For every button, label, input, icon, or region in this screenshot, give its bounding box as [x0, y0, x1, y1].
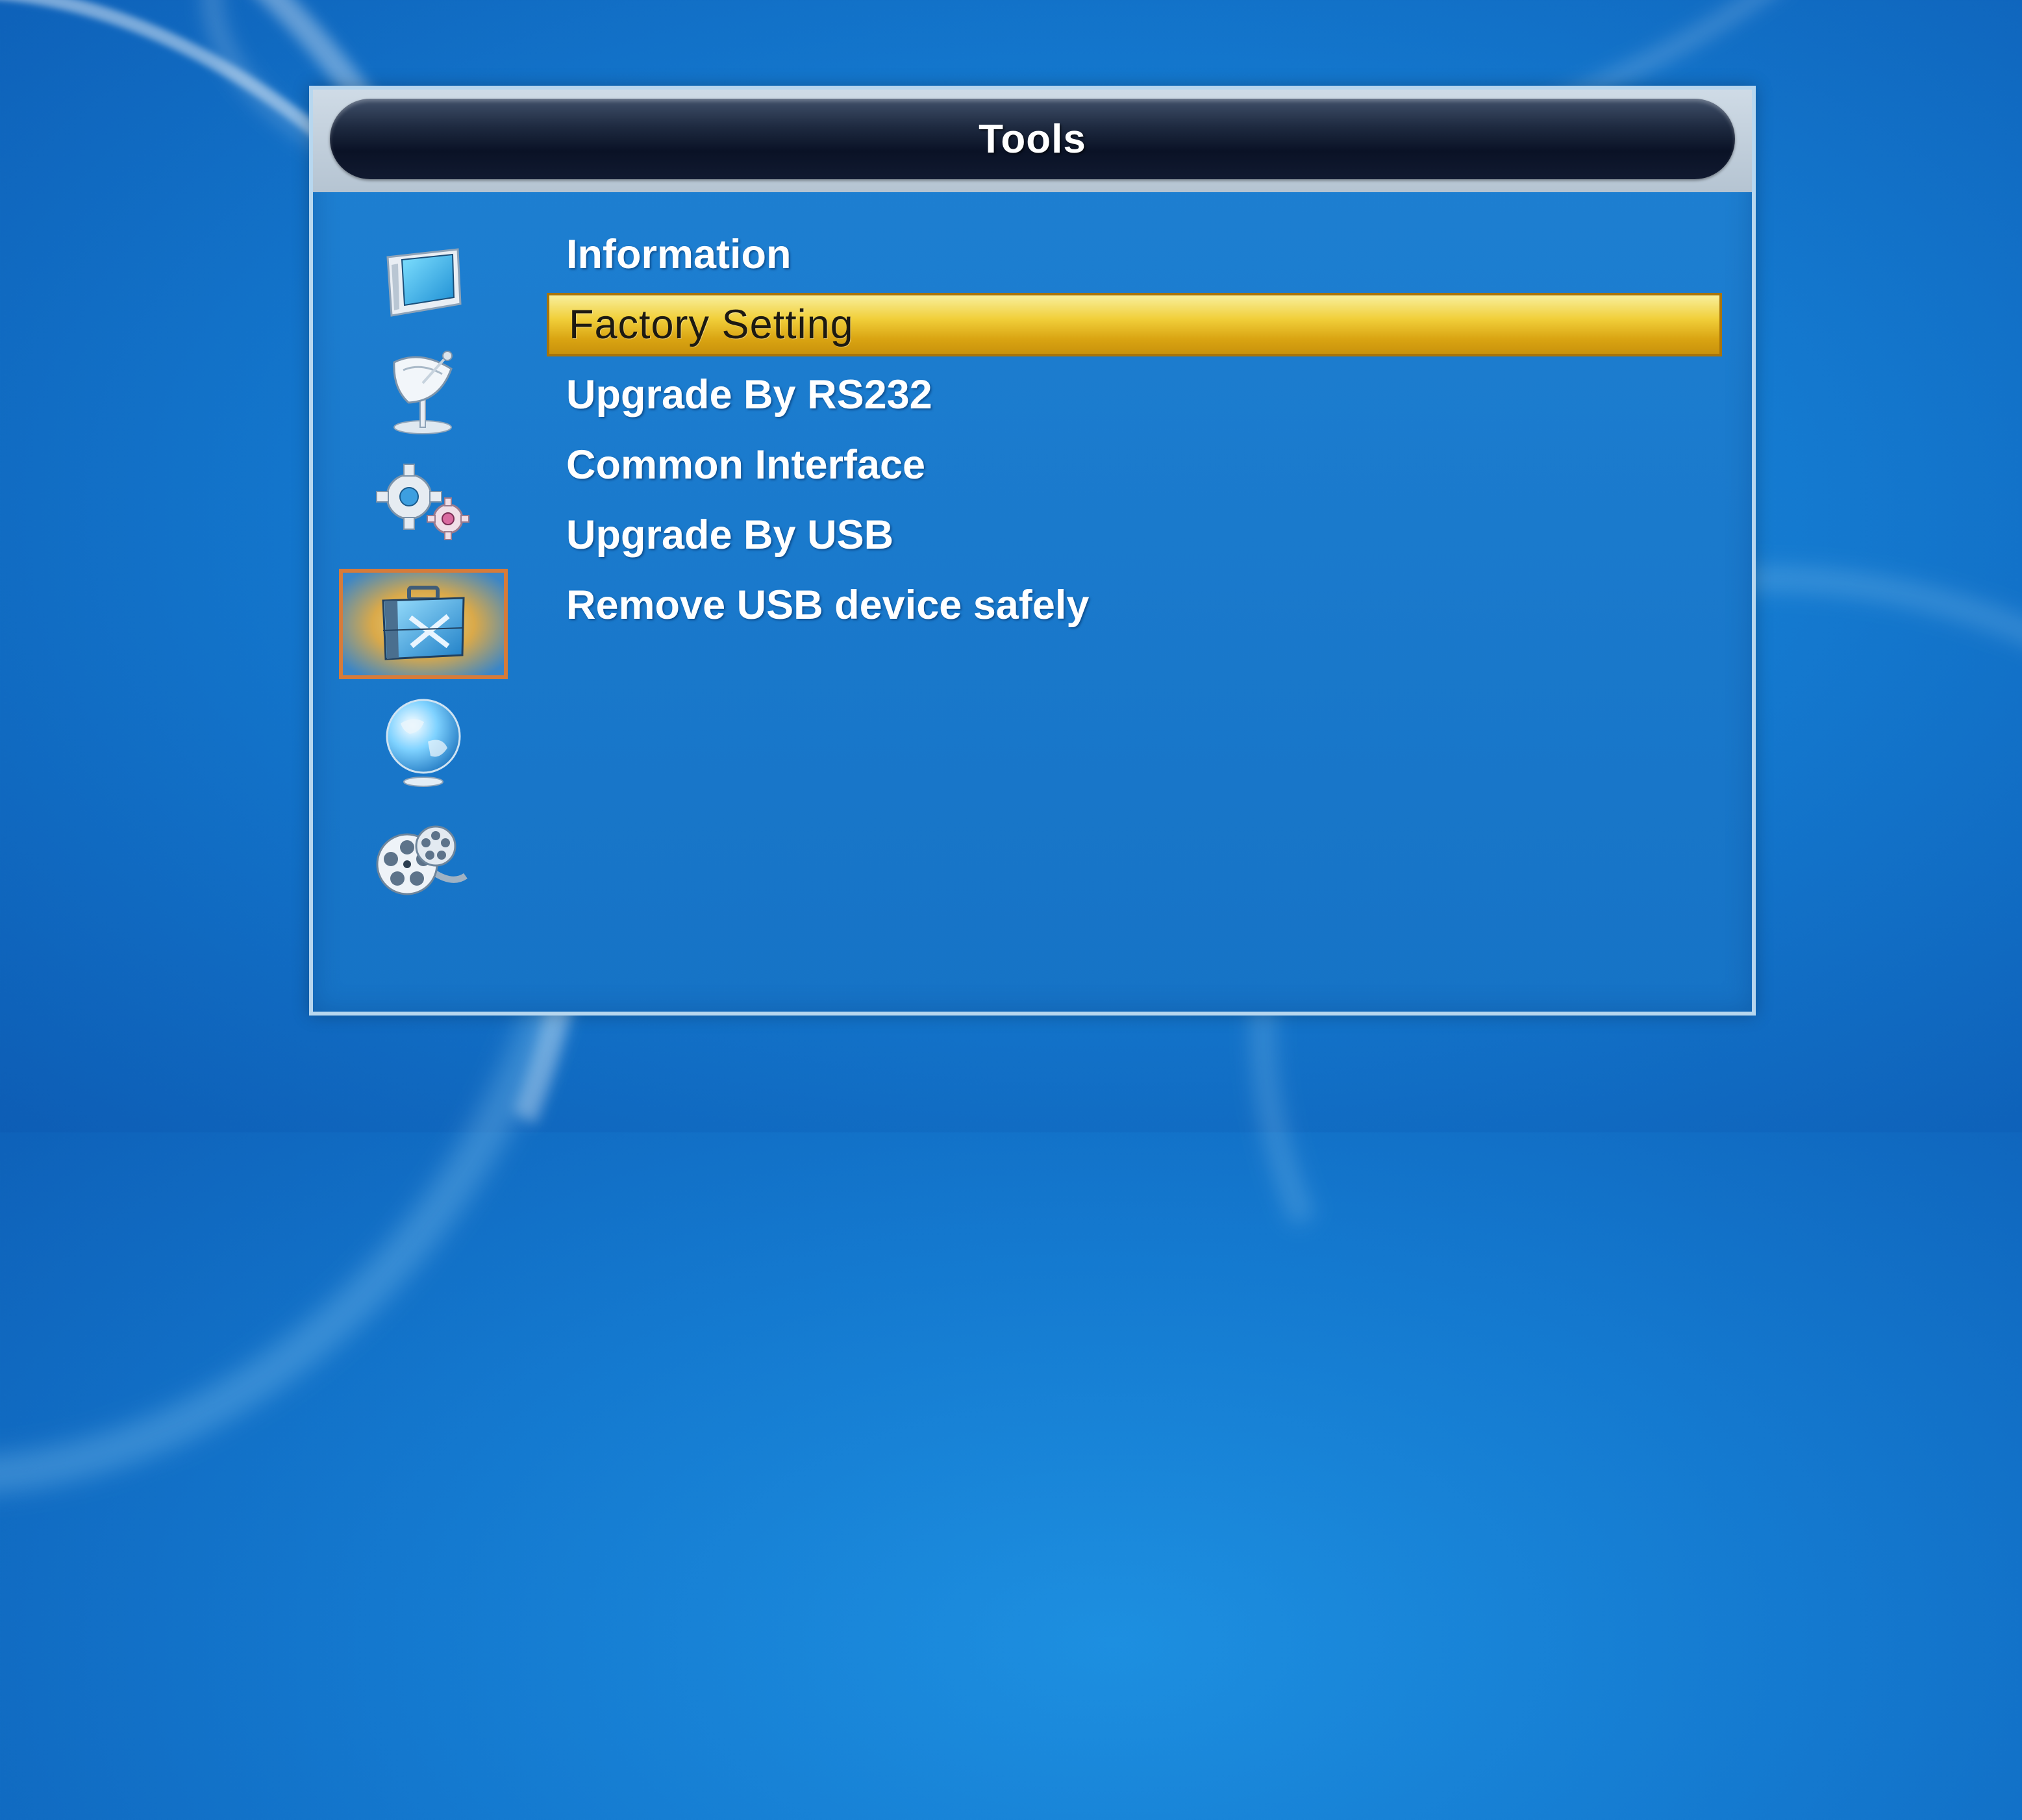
category-network[interactable]	[339, 687, 508, 797]
title-bar-frame: Tools	[313, 90, 1752, 192]
menu-item-common-interface[interactable]: Common Interface	[547, 430, 1722, 500]
menu-item-label: Upgrade By USB	[566, 512, 894, 558]
tools-menu-list: Information Factory Setting Upgrade By R…	[547, 219, 1722, 640]
menu-item-upgrade-by-usb[interactable]: Upgrade By USB	[547, 500, 1722, 570]
category-installation[interactable]	[339, 336, 508, 447]
menu-item-label: Upgrade By RS232	[566, 372, 932, 418]
menu-item-label: Factory Setting	[569, 302, 854, 347]
category-tools[interactable]	[339, 569, 508, 679]
film-reel-icon	[376, 825, 468, 895]
tv-icon	[386, 248, 462, 317]
title-bar: Tools	[330, 99, 1735, 179]
window-title: Tools	[979, 116, 1086, 162]
menu-item-label: Remove USB device safely	[566, 582, 1090, 628]
gears-icon	[376, 464, 469, 540]
menu-item-label: Common Interface	[566, 442, 926, 488]
menu-item-upgrade-by-rs232[interactable]: Upgrade By RS232	[547, 360, 1722, 430]
toolbox-icon	[382, 586, 465, 660]
globe-icon	[386, 699, 461, 787]
menu-item-remove-usb-device[interactable]: Remove USB device safely	[547, 570, 1722, 640]
tools-menu-window: Tools Information Factory Setting Upgrad…	[309, 86, 1756, 1016]
category-tv[interactable]	[339, 226, 508, 336]
menu-item-factory-setting[interactable]: Factory Setting	[547, 293, 1722, 356]
satellite-dish-icon	[393, 351, 453, 434]
menu-item-label: Information	[566, 232, 792, 277]
category-system-setup[interactable]	[339, 447, 508, 557]
category-media[interactable]	[339, 804, 508, 914]
menu-item-information[interactable]: Information	[547, 219, 1722, 290]
